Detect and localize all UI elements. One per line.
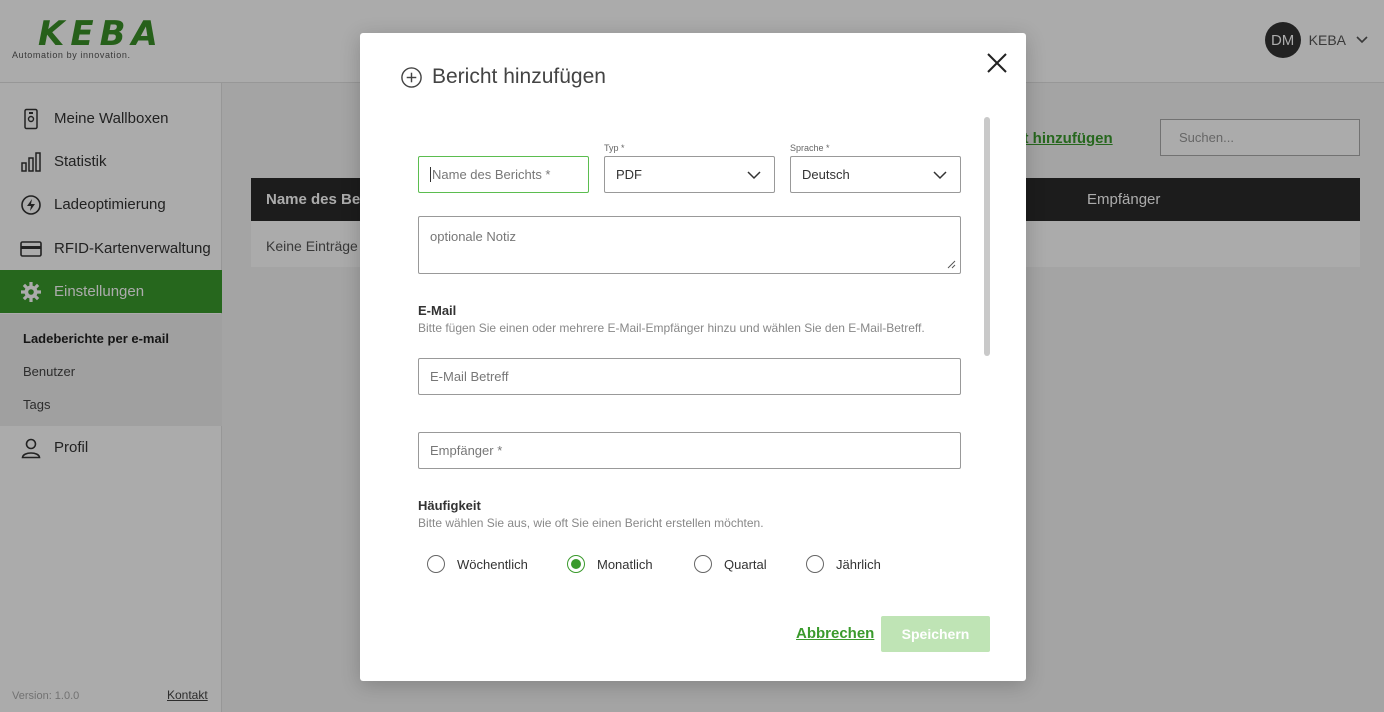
- text-cursor: [430, 167, 431, 182]
- language-label: Sprache *: [790, 143, 830, 153]
- radio-weekly[interactable]: Wöchentlich: [427, 555, 528, 573]
- radio-label: Wöchentlich: [457, 556, 528, 572]
- report-name-input[interactable]: Name des Berichts *: [418, 156, 589, 193]
- radio-monthly[interactable]: Monatlich: [567, 555, 653, 573]
- radio-circle[interactable]: [694, 555, 712, 573]
- frequency-section-description: Bitte wählen Sie aus, wie oft Sie einen …: [418, 516, 764, 530]
- radio-label: Jährlich: [836, 556, 881, 572]
- plus-circle-icon: [401, 66, 422, 88]
- report-name-placeholder: Name des Berichts *: [432, 167, 551, 182]
- dialog-title-text: Bericht hinzufügen: [432, 65, 606, 88]
- type-label: Typ *: [604, 143, 625, 153]
- note-placeholder: optionale Notiz: [430, 229, 516, 244]
- email-section-description: Bitte fügen Sie einen oder mehrere E-Mai…: [418, 321, 925, 335]
- radio-dot: [571, 559, 581, 569]
- radio-label: Monatlich: [597, 556, 653, 572]
- cancel-button[interactable]: Abbrechen: [796, 625, 874, 642]
- dialog-scrollbar[interactable]: [984, 117, 990, 356]
- add-report-dialog: Bericht hinzufügen Name des Berichts * T…: [360, 33, 1026, 681]
- radio-circle-checked[interactable]: [567, 555, 585, 573]
- radio-yearly[interactable]: Jährlich: [806, 555, 881, 573]
- language-select[interactable]: Deutsch: [790, 156, 961, 193]
- type-select-value: PDF: [616, 167, 642, 182]
- recipient-input[interactable]: Empfänger *: [418, 432, 961, 469]
- close-icon[interactable]: [984, 50, 1010, 76]
- radio-quarterly[interactable]: Quartal: [694, 555, 767, 573]
- radio-circle[interactable]: [427, 555, 445, 573]
- chevron-down-icon: [747, 171, 761, 180]
- frequency-section-title: Häufigkeit: [418, 498, 481, 513]
- language-select-value: Deutsch: [802, 167, 850, 182]
- save-button[interactable]: Speichern: [881, 616, 990, 652]
- resize-grip-icon[interactable]: [946, 259, 956, 269]
- email-subject-placeholder: E-Mail Betreff: [430, 369, 509, 384]
- type-select[interactable]: PDF: [604, 156, 775, 193]
- chevron-down-icon: [933, 171, 947, 180]
- email-section-title: E-Mail: [418, 303, 457, 318]
- email-subject-input[interactable]: E-Mail Betreff: [418, 358, 961, 395]
- dialog-title: Bericht hinzufügen: [400, 65, 606, 89]
- recipient-placeholder: Empfänger *: [430, 443, 503, 458]
- radio-circle[interactable]: [806, 555, 824, 573]
- radio-label: Quartal: [724, 556, 767, 572]
- note-textarea[interactable]: optionale Notiz: [418, 216, 961, 274]
